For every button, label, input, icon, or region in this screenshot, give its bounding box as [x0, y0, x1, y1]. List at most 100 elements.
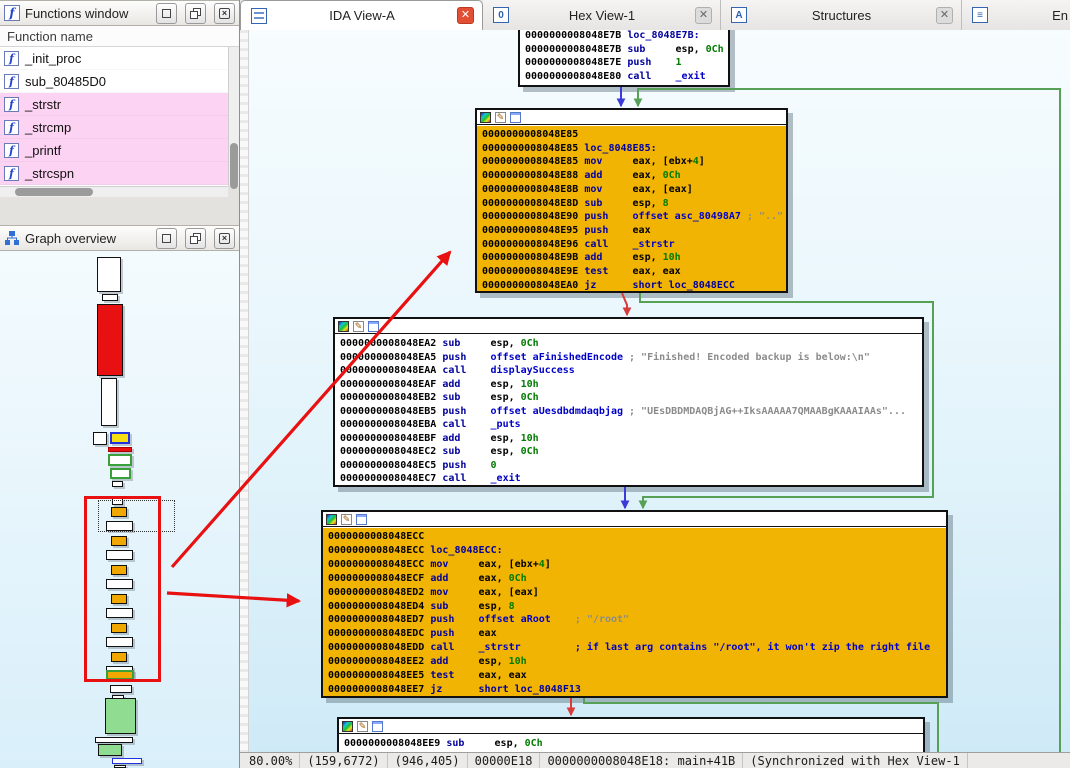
- block-title-bar: ✎: [323, 512, 946, 527]
- maximize-button[interactable]: [156, 228, 177, 249]
- graph-view-margin: [240, 30, 249, 752]
- maximize-button[interactable]: [156, 3, 177, 24]
- overview-node: [112, 758, 142, 764]
- close-icon: ×: [219, 8, 230, 19]
- function-name: _printf: [25, 143, 61, 158]
- hex-view-icon: 0: [493, 7, 509, 23]
- function-row[interactable]: f _init_proc: [0, 47, 228, 70]
- palette-icon[interactable]: [480, 112, 491, 123]
- disassembly-text: 0000000008048EA2 sub esp, 0Ch00000000080…: [335, 335, 922, 485]
- graph-overview-canvas[interactable]: [0, 251, 239, 768]
- function-row[interactable]: f _strcmp: [0, 116, 228, 139]
- edit-icon[interactable]: ✎: [357, 721, 368, 732]
- disassembly-text: 0000000008048E7B loc_8048E7B:00000000080…: [520, 27, 728, 85]
- function-name: _strcmp: [25, 120, 71, 135]
- enums-icon: ≡: [972, 7, 988, 23]
- close-tab-icon[interactable]: ✕: [457, 7, 474, 24]
- frame-icon[interactable]: [368, 321, 379, 332]
- overview-node: [98, 744, 122, 756]
- horizontal-scrollbar[interactable]: [0, 186, 228, 197]
- float-icon: [190, 233, 201, 244]
- function-icon: f: [4, 51, 19, 66]
- function-row[interactable]: f_strstr: [0, 93, 228, 116]
- function-name: _init_proc: [25, 51, 81, 66]
- tab-hex-view-1[interactable]: 0 Hex View-1 ✕: [483, 0, 721, 30]
- ida-view-icon: [251, 8, 267, 24]
- overview-node: [108, 454, 132, 466]
- palette-icon[interactable]: [326, 514, 337, 525]
- basic-block-loc_8048E7B[interactable]: 0000000008048E7B loc_8048E7B:00000000080…: [518, 25, 730, 87]
- edit-icon[interactable]: ✎: [341, 514, 352, 525]
- vertical-scrollbar[interactable]: [228, 47, 239, 186]
- tab-label: En: [988, 8, 1070, 23]
- column-header-function-name[interactable]: Function name: [0, 26, 239, 47]
- function-name: _strcspn: [25, 166, 74, 181]
- float-button[interactable]: [185, 228, 206, 249]
- function-icon: f: [4, 143, 19, 158]
- status-segment: (Synchronized with Hex View-1: [743, 753, 968, 768]
- graph-overview-title: Graph overview: [25, 231, 148, 246]
- tab-structures[interactable]: A Structures ✕: [721, 0, 962, 30]
- status-segment: (159,6772): [300, 753, 387, 768]
- overview-node: [93, 432, 107, 445]
- status-bar: 80.00%(159,6772)(946,405)00000E180000000…: [240, 752, 1070, 768]
- overview-node: [110, 468, 131, 479]
- tab-ida-view-a[interactable]: IDA View-A ✕: [240, 0, 483, 30]
- structures-icon: A: [731, 7, 747, 23]
- float-button[interactable]: [185, 3, 206, 24]
- overview-node: [102, 294, 118, 301]
- ida-pro-window: 0000000008048E7B loc_8048E7B:00000000080…: [0, 0, 1070, 768]
- edit-icon[interactable]: ✎: [495, 112, 506, 123]
- basic-block-loc_8048E85[interactable]: ✎ 0000000008048E850000000008048E85 loc_80…: [475, 108, 788, 293]
- graph-overview-icon: [4, 230, 20, 246]
- close-tab-icon[interactable]: ✕: [695, 7, 712, 24]
- frame-icon[interactable]: [510, 112, 521, 123]
- scrollbar-thumb[interactable]: [15, 188, 93, 196]
- graph-overview-titlebar: Graph overview ×: [0, 225, 239, 251]
- function-row[interactable]: f _printf: [0, 139, 228, 162]
- basic-block-loc_8048EE9[interactable]: ✎0000000008048EE9 sub esp, 0Ch: [337, 717, 925, 757]
- close-icon: ×: [219, 233, 230, 244]
- block-title-bar: ✎: [477, 110, 786, 125]
- tab-bar: IDA View-A ✕ 0 Hex View-1 ✕ A Structures…: [240, 0, 1070, 30]
- function-name: _strstr: [25, 97, 61, 112]
- basic-block-loc_8048ECC[interactable]: ✎0000000008048ECC0000000008048ECC loc_80…: [321, 510, 948, 698]
- maximize-icon: [162, 234, 171, 243]
- tab-label: Hex View-1: [509, 8, 695, 23]
- overview-node: [101, 378, 117, 426]
- functions-window-icon: f: [4, 5, 20, 21]
- left-dock: f Functions window × Function name f _ini…: [0, 0, 240, 768]
- function-icon: f: [4, 120, 19, 135]
- status-segment: 0000000008048E18: main+41B: [540, 753, 743, 768]
- scrollbar-thumb[interactable]: [230, 143, 238, 189]
- close-button[interactable]: ×: [214, 3, 235, 24]
- status-segment: (946,405): [388, 753, 468, 768]
- function-row[interactable]: f sub_80485D0: [0, 70, 228, 93]
- tab-enums[interactable]: ≡ En: [962, 0, 1070, 30]
- basic-block-loc_8048EA2[interactable]: ✎ 0000000008048EA2 sub esp, 0Ch0000000008…: [333, 317, 924, 487]
- frame-icon[interactable]: [372, 721, 383, 732]
- close-button[interactable]: ×: [214, 228, 235, 249]
- close-tab-icon[interactable]: ✕: [936, 7, 953, 24]
- overview-node: [110, 432, 130, 444]
- overview-node: [95, 737, 133, 743]
- frame-icon[interactable]: [356, 514, 367, 525]
- functions-window-titlebar: f Functions window ×: [0, 0, 239, 26]
- function-icon: f: [4, 74, 19, 89]
- function-row[interactable]: f_strcspn: [0, 162, 228, 185]
- function-name: sub_80485D0: [25, 74, 106, 89]
- functions-window: f Functions window × Function name f _ini…: [0, 0, 239, 197]
- overview-viewport[interactable]: [84, 496, 161, 682]
- palette-icon[interactable]: [342, 721, 353, 732]
- overview-node: [110, 685, 132, 693]
- status-segment: 80.00%: [242, 753, 300, 768]
- overview-node: [108, 447, 132, 452]
- overview-node: [112, 481, 123, 487]
- palette-icon[interactable]: [338, 321, 349, 332]
- tab-label: IDA View-A: [267, 8, 457, 23]
- disassembly-text: 0000000008048E850000000008048E85 loc_804…: [477, 126, 786, 291]
- status-segment: 00000E18: [468, 753, 541, 768]
- functions-window-title: Functions window: [25, 6, 148, 21]
- edit-icon[interactable]: ✎: [353, 321, 364, 332]
- graph-overview-window: Graph overview ×: [0, 225, 239, 768]
